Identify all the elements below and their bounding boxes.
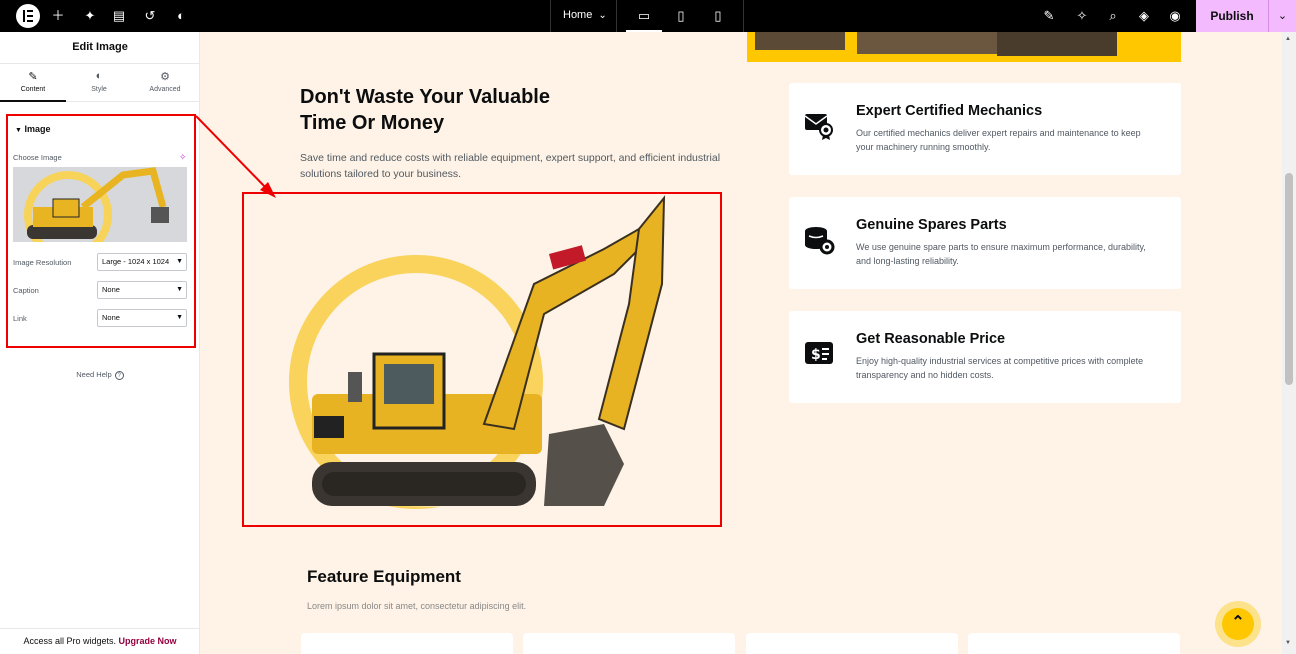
machinery-image: [747, 32, 1181, 62]
panel-tabs: ✎ Content ◐ Style ⚙ Advanced: [0, 64, 200, 102]
desktop-icon[interactable]: ▭: [636, 8, 652, 24]
theme-icon[interactable]: ◐: [173, 8, 189, 24]
feature-card: Genuine Spares Parts We use genuine spar…: [789, 197, 1181, 289]
notifications-icon[interactable]: ✧: [1074, 8, 1090, 24]
feature-card: $ Get Reasonable Price Enjoy high-qualit…: [789, 311, 1181, 403]
site-settings-icon[interactable]: ✦: [82, 8, 98, 24]
headline-line-1: Don't Waste Your Valuable: [300, 86, 550, 108]
caption-value: None: [102, 285, 120, 294]
scroll-up-arrow-icon[interactable]: ▲: [1285, 36, 1291, 42]
tab-advanced[interactable]: ⚙ Advanced: [132, 64, 198, 102]
equipment-card[interactable]: [746, 633, 958, 654]
preview-icon[interactable]: ◉: [1167, 8, 1183, 24]
layers-icon[interactable]: ◈: [1136, 8, 1152, 24]
excavator-image: [289, 195, 666, 509]
need-help-link[interactable]: Need Help?: [0, 370, 200, 380]
chevron-down-icon: ⌄: [598, 10, 607, 21]
link-value: None: [102, 313, 120, 322]
feature-equipment-title: Feature Equipment: [307, 567, 461, 586]
choose-image-label: Choose Image: [13, 153, 62, 162]
search-icon[interactable]: ⌕: [1105, 8, 1121, 24]
tab-style[interactable]: ◐ Style: [66, 64, 132, 102]
upgrade-now-link[interactable]: Upgrade Now: [119, 636, 177, 646]
ai-icon[interactable]: ✎: [1041, 8, 1057, 24]
caption-select[interactable]: None ▼: [97, 281, 187, 299]
equipment-card[interactable]: [968, 633, 1180, 654]
feature-equipment-subtitle: Lorem ipsum dolor sit amet, consectetur …: [307, 601, 527, 611]
publish-button[interactable]: Publish: [1196, 0, 1268, 32]
excavator-thumbnail-image: [13, 167, 187, 242]
tab-label: Advanced: [149, 86, 181, 93]
image-preview[interactable]: [13, 167, 187, 242]
section-title: Image: [24, 124, 51, 134]
headline-line-2: Time Or Money: [300, 112, 445, 134]
card-title: Expert Certified Mechanics: [856, 103, 1043, 119]
resolution-label: Image Resolution: [13, 258, 72, 267]
equipment-card[interactable]: [523, 633, 735, 654]
svg-text:$: $: [811, 347, 821, 363]
image-resolution-select[interactable]: Large - 1024 x 1024 ▼: [97, 253, 187, 271]
price-icon: $: [805, 342, 833, 364]
link-select[interactable]: None ▼: [97, 309, 187, 327]
elementor-logo-icon[interactable]: [16, 4, 40, 28]
ai-sparkle-icon[interactable]: ✧: [179, 152, 187, 163]
certificate-icon: [804, 114, 833, 140]
pro-promo-bar: Access all Pro widgets. Upgrade Now: [0, 628, 200, 654]
double-chevron-up-icon: ⌃: [1222, 608, 1254, 640]
panel-title: Edit Image: [0, 32, 200, 64]
page-selector-label: Home: [563, 9, 593, 21]
tab-label: Content: [20, 86, 46, 93]
editor-top-bar: ＋ ✦ ▤ ↺ ◐ Home ⌄ ▭ ▯ ▯ ✎ ✧ ⌕ ◈ ◉ Publish …: [0, 0, 1296, 32]
scrollbar-thumb[interactable]: [1285, 173, 1293, 385]
top-banner-image[interactable]: [747, 32, 1181, 62]
equipment-card[interactable]: [301, 633, 513, 654]
card-description: We use genuine spare parts to ensure max…: [856, 242, 1146, 266]
resolution-value: Large - 1024 x 1024: [102, 257, 170, 266]
promo-text: Access all Pro widgets.: [23, 636, 116, 646]
card-description: Enjoy high-quality industrial services a…: [856, 356, 1144, 380]
contrast-icon: ◐: [95, 70, 103, 82]
card-title: Genuine Spares Parts: [856, 217, 1007, 233]
spare-parts-icon: [805, 227, 835, 255]
gear-icon: ⚙: [160, 71, 170, 83]
scroll-down-arrow-icon[interactable]: ▼: [1285, 640, 1291, 646]
caret-down-icon: ▼: [176, 314, 183, 321]
section-toggle[interactable]: ▼ Image: [15, 124, 50, 134]
caret-down-icon: ▼: [176, 286, 183, 293]
section-subtext: Save time and reduce costs with reliable…: [300, 152, 721, 180]
pencil-icon: ✎: [28, 71, 38, 83]
chevron-down-icon: ⌄: [1277, 10, 1288, 22]
add-element-icon[interactable]: ＋: [50, 8, 66, 24]
editor-panel: Edit Image ✎ Content ◐ Style ⚙ Advanced …: [0, 32, 200, 654]
need-help-label: Need Help: [76, 370, 112, 379]
page-canvas: Don't Waste Your Valuable Time Or Money …: [200, 32, 1282, 654]
selected-image-widget[interactable]: [242, 192, 722, 527]
structure-icon[interactable]: ▤: [111, 8, 127, 24]
publish-options-button[interactable]: ⌄: [1268, 0, 1296, 32]
card-description: Our certified mechanics deliver expert r…: [856, 128, 1141, 152]
section-headline: Don't Waste Your Valuable Time Or Money: [300, 84, 600, 136]
caption-label: Caption: [13, 286, 39, 295]
image-section: ▼ Image Choose Image ✧ Image Resolution …: [6, 114, 196, 348]
feature-card: Expert Certified Mechanics Our certified…: [789, 83, 1181, 175]
scroll-to-top-button[interactable]: ⌃: [1215, 601, 1261, 647]
tab-content[interactable]: ✎ Content: [0, 64, 66, 102]
help-icon: ?: [114, 371, 124, 380]
history-icon[interactable]: ↺: [142, 8, 158, 24]
canvas-scrollbar[interactable]: ▲ ▼: [1282, 32, 1296, 654]
page-selector[interactable]: Home ⌄: [563, 9, 607, 21]
caret-down-icon: ▼: [176, 258, 183, 265]
card-title: Get Reasonable Price: [856, 331, 1006, 347]
tablet-icon[interactable]: ▯: [673, 8, 689, 24]
caret-down-icon: ▼: [15, 127, 22, 134]
link-label: Link: [13, 314, 27, 323]
tab-label: Style: [91, 86, 107, 93]
mobile-icon[interactable]: ▯: [710, 8, 726, 24]
